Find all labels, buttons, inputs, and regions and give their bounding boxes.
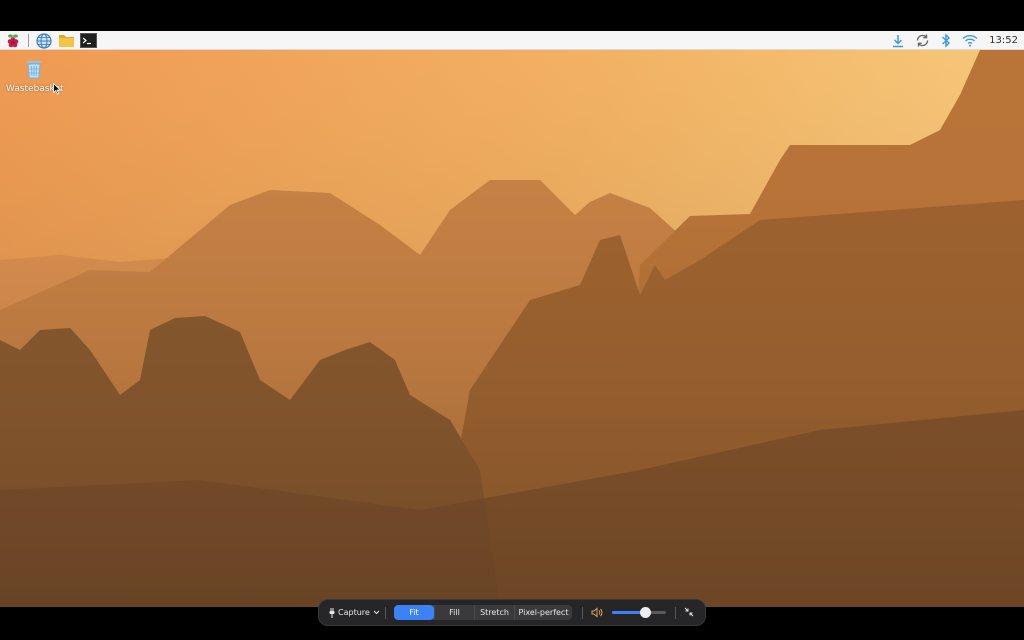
wifi-icon[interactable]	[961, 32, 979, 50]
taskbar-separator	[28, 34, 29, 47]
system-tray: 13:52	[889, 31, 1018, 50]
collapse-icon[interactable]	[684, 607, 694, 617]
scale-mode-fit[interactable]: Fit	[394, 605, 434, 620]
top-letterbox	[0, 0, 1024, 31]
capture-button[interactable]: Capture	[329, 600, 380, 625]
bluetooth-icon[interactable]	[937, 32, 955, 50]
viewer-toolbar: Capture Fit Fill Stretch Pixel-perfect	[318, 599, 706, 626]
web-browser-icon[interactable]	[35, 32, 53, 50]
toolbar-separator	[582, 607, 583, 619]
file-manager-icon[interactable]	[57, 32, 75, 50]
clock[interactable]: 13:52	[989, 31, 1018, 50]
toolbar-separator	[385, 607, 386, 619]
capture-label: Capture	[338, 608, 370, 617]
volume-slider[interactable]	[612, 607, 666, 618]
taskbar-launchers	[4, 31, 97, 50]
terminal-icon[interactable]	[79, 32, 97, 50]
download-icon[interactable]	[889, 32, 907, 50]
scale-mode-pixel-perfect[interactable]: Pixel-perfect	[514, 605, 572, 620]
raspberry-menu-icon[interactable]	[4, 32, 22, 50]
trash-icon	[27, 61, 41, 79]
mouse-pointer-icon	[53, 83, 61, 95]
scale-mode-stretch[interactable]: Stretch	[474, 605, 514, 620]
updates-icon[interactable]	[913, 32, 931, 50]
desktop[interactable]: Wastebasket	[0, 50, 1024, 607]
toolbar-separator	[675, 607, 676, 619]
chevron-down-icon	[373, 610, 380, 615]
capture-plug-icon	[329, 607, 335, 618]
volume-slider-handle[interactable]	[640, 607, 652, 618]
scale-mode-fill[interactable]: Fill	[434, 605, 474, 620]
desktop-wallpaper	[0, 50, 1024, 607]
speaker-icon[interactable]	[591, 607, 603, 618]
scale-mode-selector: Fit Fill Stretch Pixel-perfect	[394, 605, 572, 620]
taskbar: 13:52	[0, 31, 1024, 50]
